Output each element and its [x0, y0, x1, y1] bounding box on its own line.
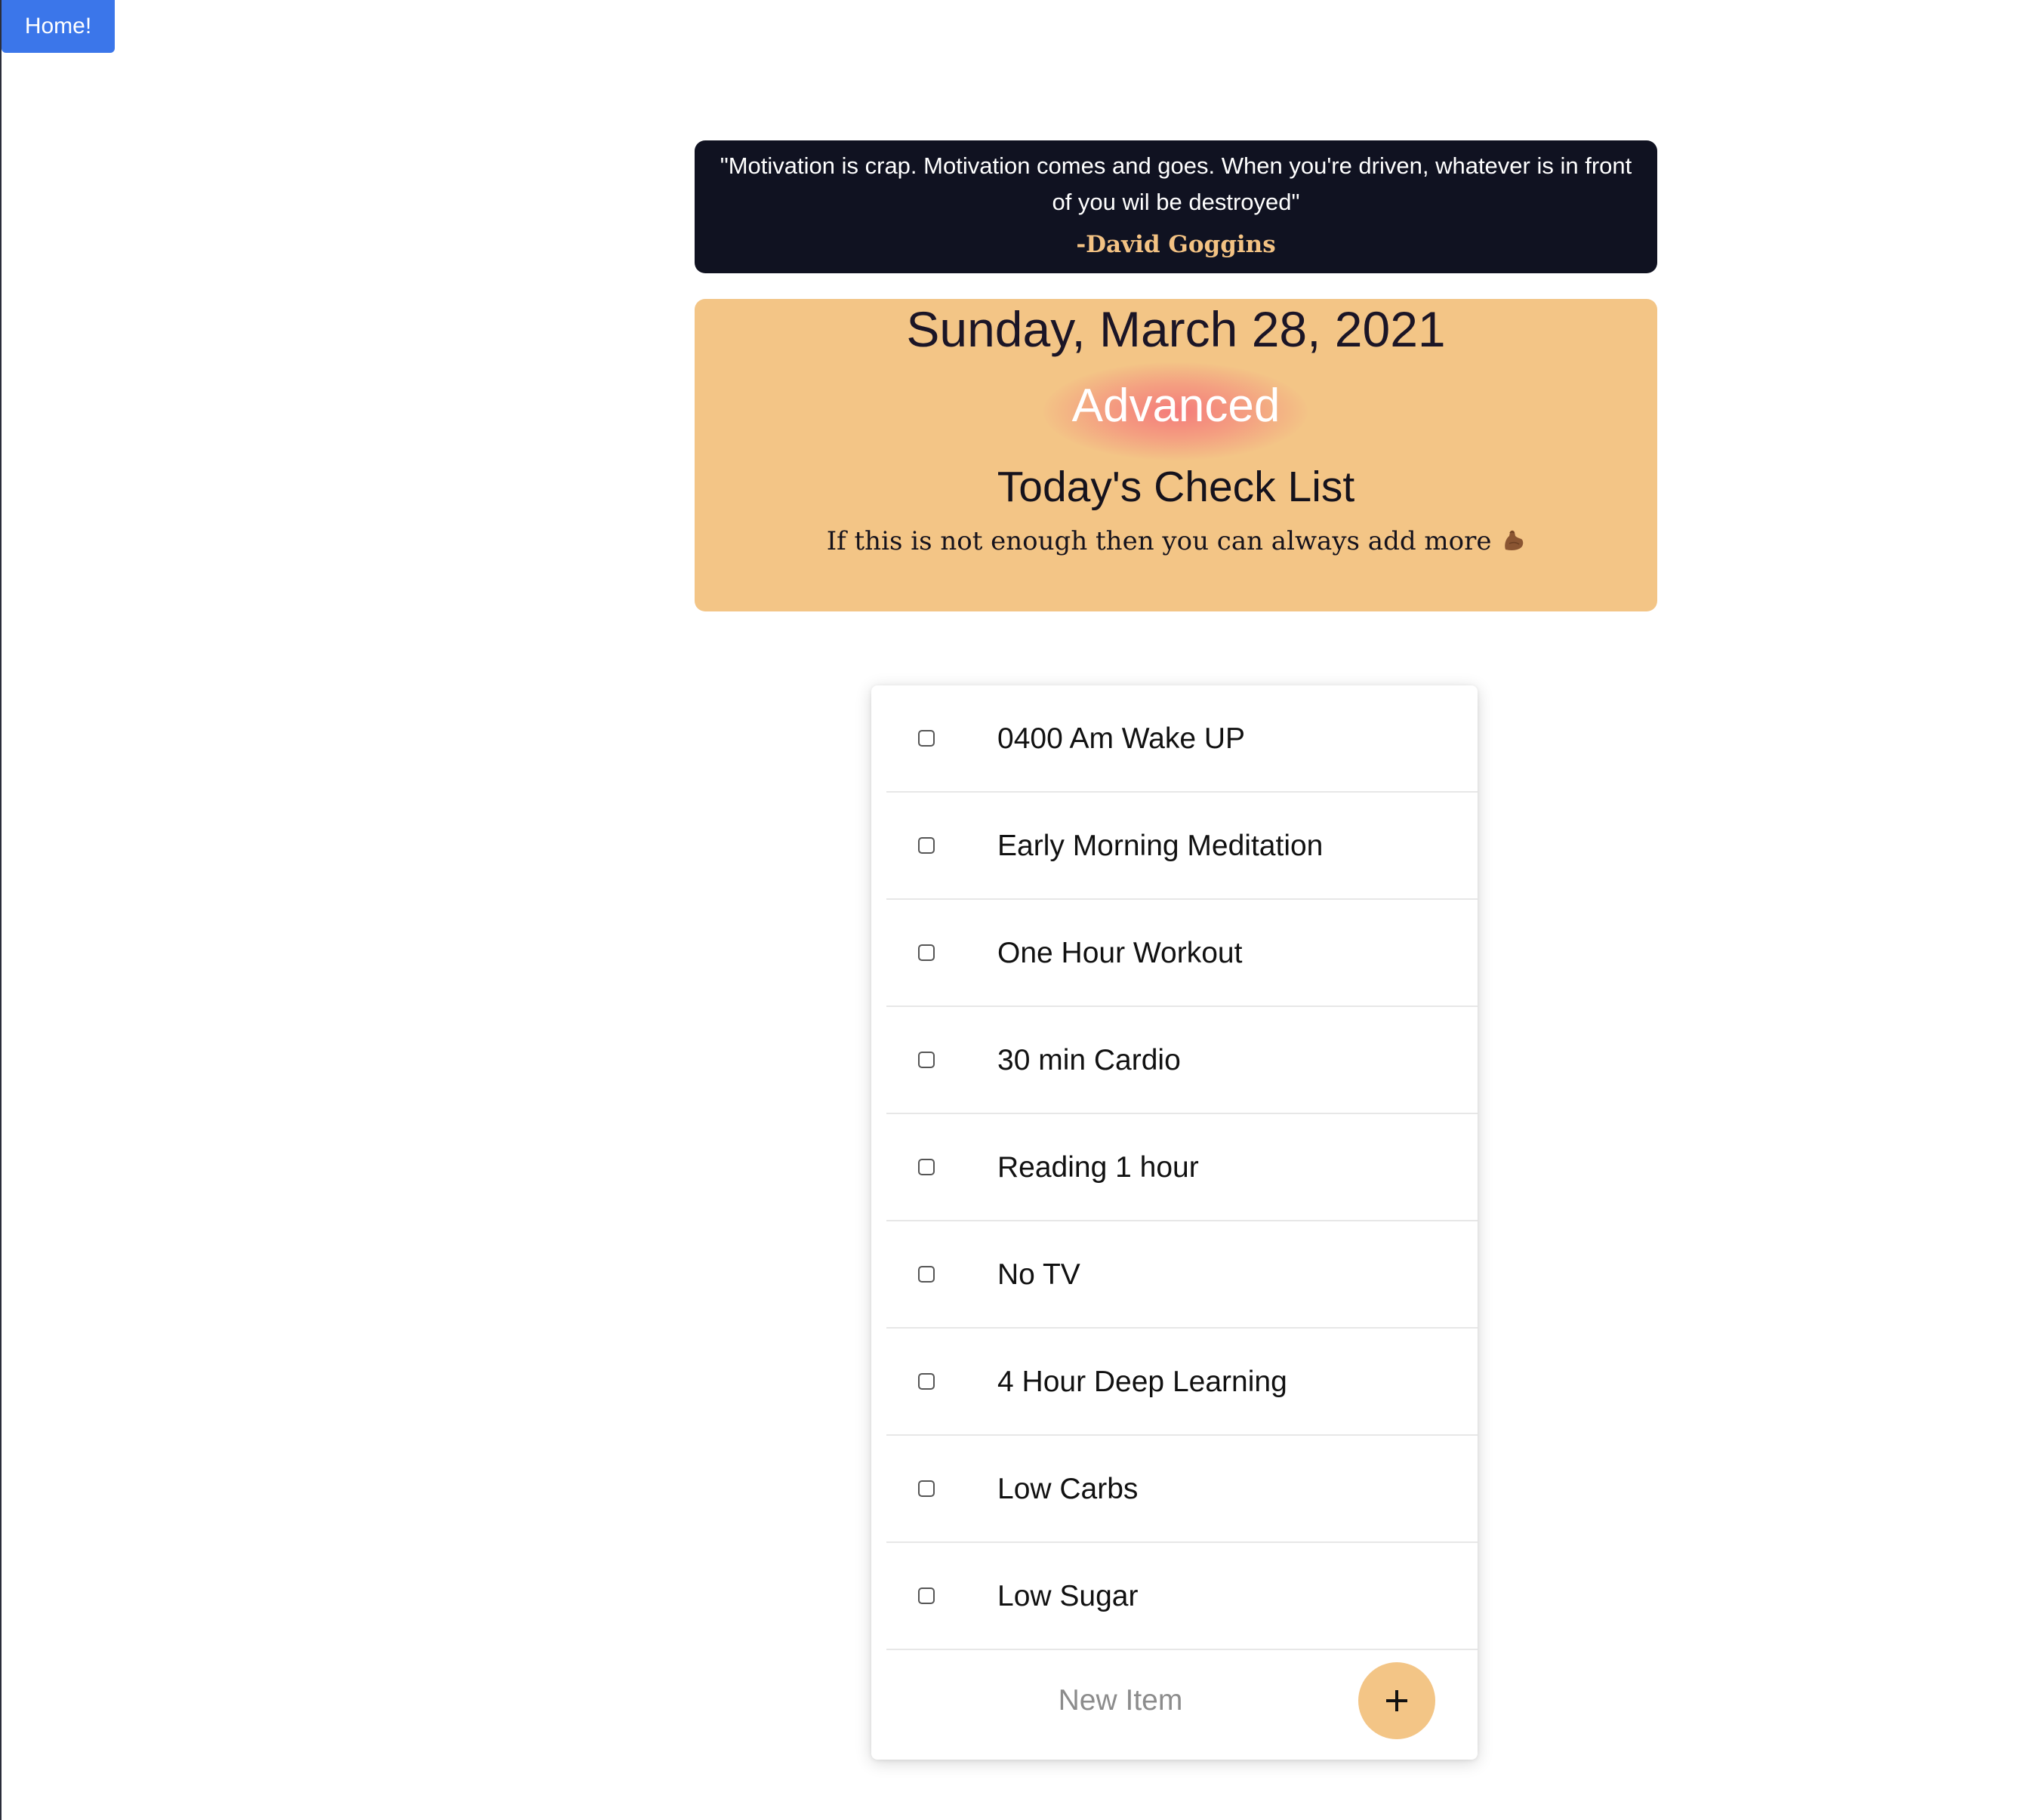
flexed-biceps-icon [1505, 530, 1524, 550]
item-checkbox[interactable] [918, 1159, 935, 1175]
home-button[interactable]: Home! [2, 0, 115, 53]
level-label: Advanced [1071, 380, 1280, 432]
checklist-title: Today's Check List [997, 463, 1355, 511]
item-label: 30 min Cardio [997, 1044, 1181, 1076]
add-item-button[interactable] [1358, 1662, 1435, 1739]
item-checkbox[interactable] [918, 1373, 935, 1390]
checklist-item: Low Sugar [886, 1543, 1478, 1650]
checklist-item: Early Morning Meditation [886, 793, 1478, 900]
item-label: Low Carbs [997, 1473, 1139, 1505]
checklist-item: 30 min Cardio [886, 1007, 1478, 1114]
item-label: 4 Hour Deep Learning [997, 1366, 1287, 1398]
plus-icon [1386, 1690, 1407, 1711]
quote-author: -David Goggins [1076, 231, 1276, 258]
item-label: Reading 1 hour [997, 1151, 1199, 1184]
encouragement-line: If this is not enough then you can alway… [695, 524, 1657, 559]
checklist-item: 4 Hour Deep Learning [886, 1329, 1478, 1436]
encouragement-text: If this is not enough then you can alway… [826, 526, 1492, 556]
checklist-item: 0400 Am Wake UP [886, 685, 1478, 793]
item-label: Low Sugar [997, 1580, 1139, 1612]
item-checkbox[interactable] [918, 837, 935, 854]
day-header-card: Sunday, March 28, 2021 Advanced Today's … [695, 299, 1657, 611]
item-checkbox[interactable] [918, 1587, 935, 1604]
item-label: One Hour Workout [997, 937, 1243, 969]
item-checkbox[interactable] [918, 730, 935, 747]
item-label: No TV [997, 1258, 1080, 1291]
date-heading: Sunday, March 28, 2021 [906, 301, 1446, 357]
item-checkbox[interactable] [918, 1052, 935, 1068]
item-checkbox[interactable] [918, 944, 935, 961]
checklist-item: No TV [886, 1221, 1478, 1329]
checklist-card: 0400 Am Wake UP Early Morning Meditation… [871, 685, 1478, 1760]
left-edge-rule [0, 0, 2, 1820]
checklist-item: Low Carbs [886, 1436, 1478, 1543]
item-label: 0400 Am Wake UP [997, 722, 1246, 755]
checklist-item: One Hour Workout [886, 900, 1478, 1007]
item-label: Early Morning Meditation [997, 830, 1324, 862]
new-item-input[interactable] [947, 1655, 1294, 1746]
item-checkbox[interactable] [918, 1480, 935, 1497]
quote-text: "Motivation is crap. Motivation comes an… [720, 152, 1632, 215]
item-checkbox[interactable] [918, 1266, 935, 1283]
quote-card: "Motivation is crap. Motivation comes an… [695, 140, 1657, 273]
page: Home! "Motivation is crap. Motivation co… [0, 0, 2034, 1820]
checklist-item: Reading 1 hour [886, 1114, 1478, 1221]
